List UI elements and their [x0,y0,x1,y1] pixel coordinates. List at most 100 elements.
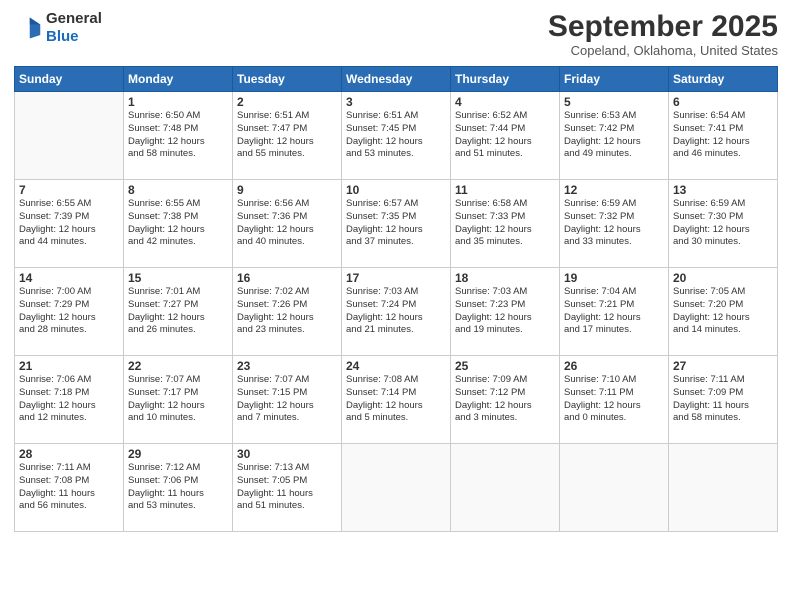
header: General Blue September 2025 Copeland, Ok… [14,10,778,58]
calendar-cell: 9Sunrise: 6:56 AM Sunset: 7:36 PM Daylig… [233,180,342,268]
calendar-cell: 20Sunrise: 7:05 AM Sunset: 7:20 PM Dayli… [669,268,778,356]
col-sunday: Sunday [15,67,124,92]
col-saturday: Saturday [669,67,778,92]
calendar-week-4: 28Sunrise: 7:11 AM Sunset: 7:08 PM Dayli… [15,444,778,532]
day-info: Sunrise: 7:01 AM Sunset: 7:27 PM Dayligh… [128,286,228,337]
day-info: Sunrise: 6:52 AM Sunset: 7:44 PM Dayligh… [455,110,555,161]
day-number: 29 [128,447,228,461]
calendar-cell: 13Sunrise: 6:59 AM Sunset: 7:30 PM Dayli… [669,180,778,268]
calendar-cell [560,444,669,532]
calendar-week-1: 7Sunrise: 6:55 AM Sunset: 7:39 PM Daylig… [15,180,778,268]
calendar-cell: 28Sunrise: 7:11 AM Sunset: 7:08 PM Dayli… [15,444,124,532]
calendar-cell: 19Sunrise: 7:04 AM Sunset: 7:21 PM Dayli… [560,268,669,356]
calendar-cell: 30Sunrise: 7:13 AM Sunset: 7:05 PM Dayli… [233,444,342,532]
calendar-cell: 24Sunrise: 7:08 AM Sunset: 7:14 PM Dayli… [342,356,451,444]
day-info: Sunrise: 6:55 AM Sunset: 7:39 PM Dayligh… [19,198,119,249]
day-info: Sunrise: 6:51 AM Sunset: 7:45 PM Dayligh… [346,110,446,161]
calendar-week-0: 1Sunrise: 6:50 AM Sunset: 7:48 PM Daylig… [15,92,778,180]
day-info: Sunrise: 7:12 AM Sunset: 7:06 PM Dayligh… [128,462,228,513]
day-info: Sunrise: 7:03 AM Sunset: 7:24 PM Dayligh… [346,286,446,337]
day-info: Sunrise: 6:56 AM Sunset: 7:36 PM Dayligh… [237,198,337,249]
calendar-cell [15,92,124,180]
day-number: 10 [346,183,446,197]
day-number: 12 [564,183,664,197]
day-info: Sunrise: 7:07 AM Sunset: 7:17 PM Dayligh… [128,374,228,425]
day-info: Sunrise: 7:11 AM Sunset: 7:08 PM Dayligh… [19,462,119,513]
day-number: 1 [128,95,228,109]
day-number: 26 [564,359,664,373]
day-number: 16 [237,271,337,285]
day-number: 13 [673,183,773,197]
calendar-cell: 29Sunrise: 7:12 AM Sunset: 7:06 PM Dayli… [124,444,233,532]
day-info: Sunrise: 7:10 AM Sunset: 7:11 PM Dayligh… [564,374,664,425]
calendar-cell: 4Sunrise: 6:52 AM Sunset: 7:44 PM Daylig… [451,92,560,180]
calendar-cell: 23Sunrise: 7:07 AM Sunset: 7:15 PM Dayli… [233,356,342,444]
day-number: 20 [673,271,773,285]
calendar-cell: 10Sunrise: 6:57 AM Sunset: 7:35 PM Dayli… [342,180,451,268]
calendar-cell [669,444,778,532]
calendar-cell: 21Sunrise: 7:06 AM Sunset: 7:18 PM Dayli… [15,356,124,444]
calendar-cell: 18Sunrise: 7:03 AM Sunset: 7:23 PM Dayli… [451,268,560,356]
day-number: 4 [455,95,555,109]
day-number: 28 [19,447,119,461]
calendar-cell: 8Sunrise: 6:55 AM Sunset: 7:38 PM Daylig… [124,180,233,268]
month-title: September 2025 [548,10,778,43]
day-number: 3 [346,95,446,109]
day-info: Sunrise: 6:59 AM Sunset: 7:32 PM Dayligh… [564,198,664,249]
day-info: Sunrise: 6:50 AM Sunset: 7:48 PM Dayligh… [128,110,228,161]
col-thursday: Thursday [451,67,560,92]
calendar-cell: 15Sunrise: 7:01 AM Sunset: 7:27 PM Dayli… [124,268,233,356]
day-number: 30 [237,447,337,461]
day-number: 11 [455,183,555,197]
col-wednesday: Wednesday [342,67,451,92]
logo-text: General Blue [46,10,102,46]
col-friday: Friday [560,67,669,92]
calendar-cell: 12Sunrise: 6:59 AM Sunset: 7:32 PM Dayli… [560,180,669,268]
day-info: Sunrise: 6:55 AM Sunset: 7:38 PM Dayligh… [128,198,228,249]
calendar-cell: 26Sunrise: 7:10 AM Sunset: 7:11 PM Dayli… [560,356,669,444]
calendar-cell: 7Sunrise: 6:55 AM Sunset: 7:39 PM Daylig… [15,180,124,268]
day-number: 5 [564,95,664,109]
calendar-cell: 6Sunrise: 6:54 AM Sunset: 7:41 PM Daylig… [669,92,778,180]
page: General Blue September 2025 Copeland, Ok… [0,0,792,612]
day-number: 8 [128,183,228,197]
calendar-cell [451,444,560,532]
calendar-cell: 27Sunrise: 7:11 AM Sunset: 7:09 PM Dayli… [669,356,778,444]
day-info: Sunrise: 7:02 AM Sunset: 7:26 PM Dayligh… [237,286,337,337]
day-number: 6 [673,95,773,109]
day-info: Sunrise: 6:51 AM Sunset: 7:47 PM Dayligh… [237,110,337,161]
day-info: Sunrise: 7:06 AM Sunset: 7:18 PM Dayligh… [19,374,119,425]
location: Copeland, Oklahoma, United States [548,43,778,58]
day-number: 27 [673,359,773,373]
logo-icon [14,14,42,42]
day-number: 9 [237,183,337,197]
day-info: Sunrise: 7:05 AM Sunset: 7:20 PM Dayligh… [673,286,773,337]
day-info: Sunrise: 7:09 AM Sunset: 7:12 PM Dayligh… [455,374,555,425]
calendar-cell: 25Sunrise: 7:09 AM Sunset: 7:12 PM Dayli… [451,356,560,444]
day-info: Sunrise: 6:59 AM Sunset: 7:30 PM Dayligh… [673,198,773,249]
logo: General Blue [14,10,102,46]
day-info: Sunrise: 7:03 AM Sunset: 7:23 PM Dayligh… [455,286,555,337]
day-info: Sunrise: 7:13 AM Sunset: 7:05 PM Dayligh… [237,462,337,513]
calendar-cell: 16Sunrise: 7:02 AM Sunset: 7:26 PM Dayli… [233,268,342,356]
day-number: 14 [19,271,119,285]
calendar-cell [342,444,451,532]
day-number: 18 [455,271,555,285]
day-info: Sunrise: 7:11 AM Sunset: 7:09 PM Dayligh… [673,374,773,425]
calendar-cell: 1Sunrise: 6:50 AM Sunset: 7:48 PM Daylig… [124,92,233,180]
day-number: 17 [346,271,446,285]
col-monday: Monday [124,67,233,92]
day-number: 19 [564,271,664,285]
calendar-header-row: Sunday Monday Tuesday Wednesday Thursday… [15,67,778,92]
calendar-week-2: 14Sunrise: 7:00 AM Sunset: 7:29 PM Dayli… [15,268,778,356]
day-info: Sunrise: 6:53 AM Sunset: 7:42 PM Dayligh… [564,110,664,161]
calendar-cell: 22Sunrise: 7:07 AM Sunset: 7:17 PM Dayli… [124,356,233,444]
calendar-cell: 3Sunrise: 6:51 AM Sunset: 7:45 PM Daylig… [342,92,451,180]
calendar-cell: 17Sunrise: 7:03 AM Sunset: 7:24 PM Dayli… [342,268,451,356]
day-number: 21 [19,359,119,373]
calendar-cell: 2Sunrise: 6:51 AM Sunset: 7:47 PM Daylig… [233,92,342,180]
day-number: 22 [128,359,228,373]
day-info: Sunrise: 6:54 AM Sunset: 7:41 PM Dayligh… [673,110,773,161]
calendar: Sunday Monday Tuesday Wednesday Thursday… [14,66,778,532]
calendar-cell: 11Sunrise: 6:58 AM Sunset: 7:33 PM Dayli… [451,180,560,268]
